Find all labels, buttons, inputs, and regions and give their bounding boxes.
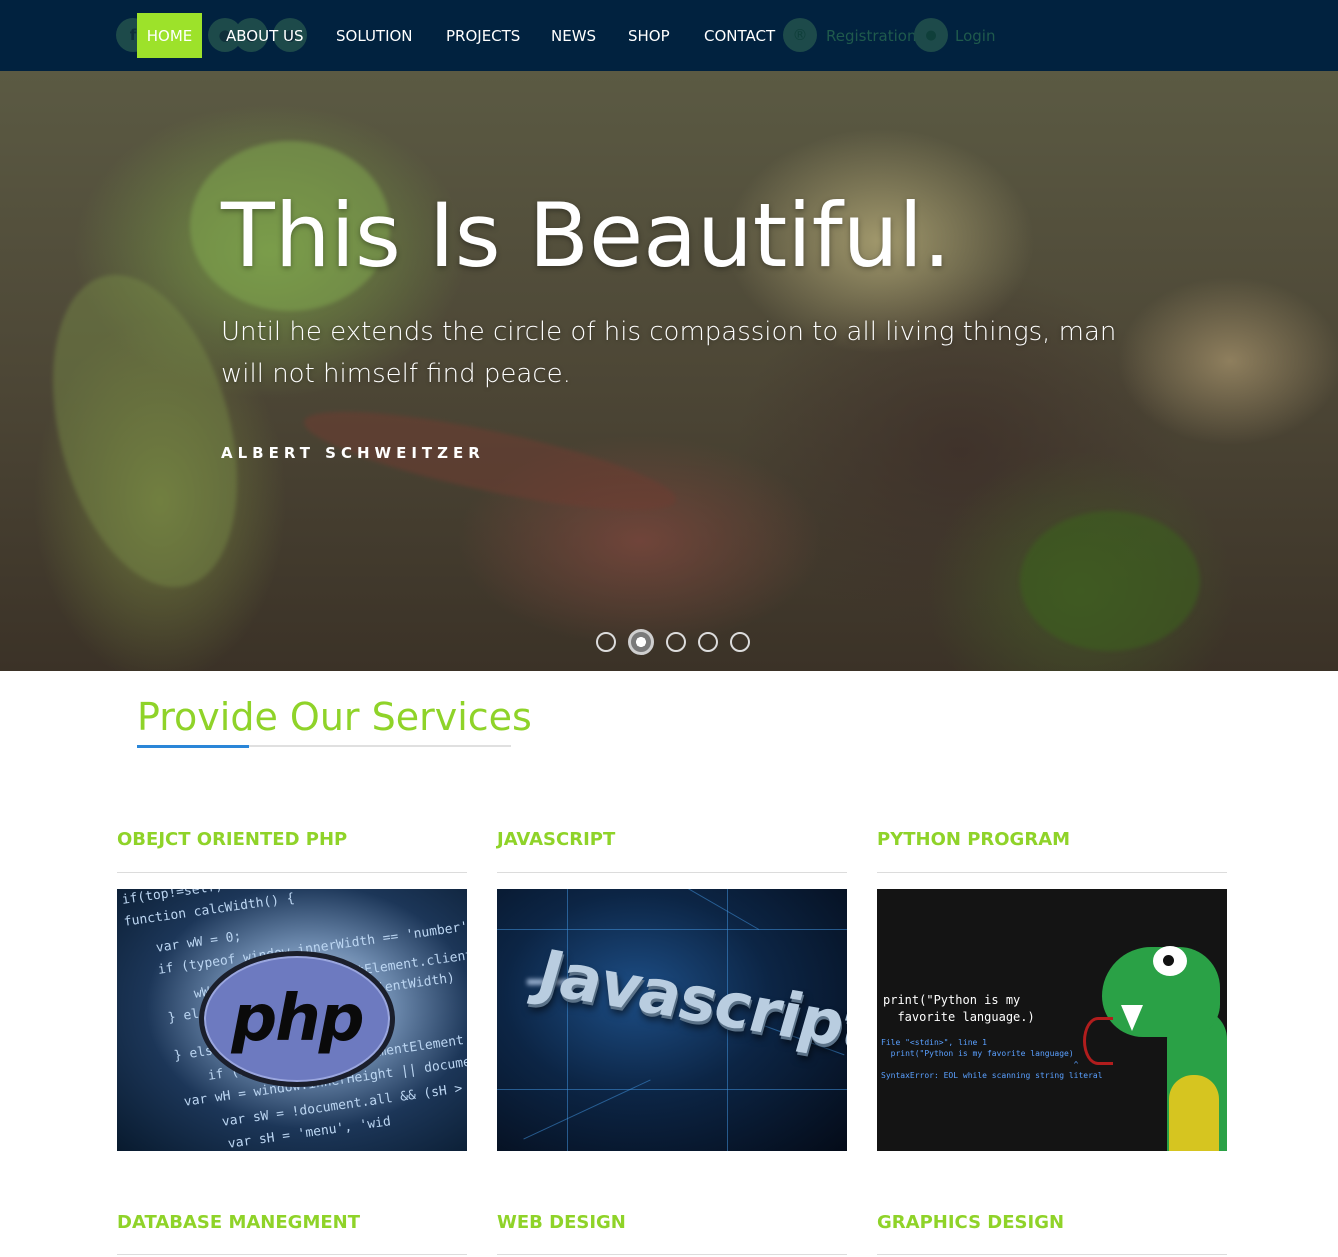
service-card-title[interactable]: DATABASE MANEGMENT <box>117 1211 360 1235</box>
hero-author: ALBERT SCHWEITZER <box>221 444 485 462</box>
services-heading-accent <box>137 745 249 748</box>
php-logo: php <box>199 951 395 1087</box>
login-glyph: ● <box>925 27 937 43</box>
service-card-title[interactable]: GRAPHICS DESIGN <box>877 1211 1064 1235</box>
snake-puppet-eye <box>1153 946 1187 976</box>
service-card-rule <box>117 1254 467 1255</box>
hero-title: This Is Beautiful. <box>221 184 951 287</box>
slider-dot-active[interactable] <box>628 629 654 655</box>
circuit-line <box>497 929 847 930</box>
python-code-text: print("Python is my favorite language.) <box>883 992 1035 1026</box>
service-card-rule <box>497 1254 847 1255</box>
snake-puppet-belly <box>1169 1075 1219 1151</box>
nav-contact-link[interactable]: CONTACT <box>704 26 775 46</box>
python-syntax-error: SyntaxError: EOL while scanning string l… <box>881 1071 1103 1080</box>
top-navbar: f ● ● ● ● HOME ABOUT US SOLUTION PROJECT… <box>0 0 1338 71</box>
service-card-title[interactable]: WEB DESIGN <box>497 1211 626 1235</box>
service-card-rule <box>877 1254 1227 1255</box>
hero-bud-shape <box>1020 511 1200 651</box>
circuit-line <box>567 889 568 1151</box>
login-user-icon[interactable]: ● <box>914 18 948 52</box>
slider-dot[interactable] <box>730 632 750 652</box>
slider-dot[interactable] <box>596 632 616 652</box>
service-card-title[interactable]: OBEJCT ORIENTED PHP <box>117 828 347 852</box>
php-image[interactable]: if(top!=self) function calcWidth() { var… <box>117 889 467 1151</box>
php-logo-text: php <box>231 982 364 1056</box>
nav-registration-link[interactable]: Registration <box>826 26 916 46</box>
service-card-rule <box>117 872 467 873</box>
javascript-image[interactable]: Javascript <box>497 889 847 1151</box>
service-card-title[interactable]: PYTHON PROGRAM <box>877 828 1070 852</box>
javascript-logo-text: Javascript <box>529 935 847 1066</box>
services-heading: Provide Our Services <box>137 695 532 739</box>
python-print-line: favorite language.) <box>883 1010 1035 1024</box>
snake-puppet-tooth <box>1121 1005 1143 1031</box>
python-image[interactable]: print("Python is my favorite language.) … <box>877 889 1227 1151</box>
facebook-glyph: f <box>129 26 137 44</box>
nav-home-link[interactable]: HOME <box>137 13 202 58</box>
registered-glyph: ® <box>792 26 808 44</box>
circuit-line <box>654 889 760 930</box>
python-error-line: print("Python is my favorite language) <box>881 1049 1074 1058</box>
snake-puppet-tongue <box>1083 1017 1113 1065</box>
python-error-line: ^ <box>881 1060 1079 1069</box>
nav-solution-link[interactable]: SOLUTION <box>336 26 413 46</box>
circuit-line <box>497 1089 847 1090</box>
service-card-rule <box>877 872 1227 873</box>
slider-dot[interactable] <box>698 632 718 652</box>
nav-news-link[interactable]: NEWS <box>551 26 596 46</box>
service-card-title[interactable]: JAVASCRIPT <box>497 828 615 852</box>
hero-quote: Until he extends the circle of his compa… <box>221 317 1117 389</box>
nav-projects-link[interactable]: PROJECTS <box>446 26 520 46</box>
hero-slider: This Is Beautiful. Until he extends the … <box>0 71 1338 671</box>
python-error-line: File "<stdin>", line 1 <box>881 1038 987 1047</box>
nav-about-link[interactable]: ABOUT US <box>226 26 304 46</box>
nav-shop-link[interactable]: SHOP <box>628 26 670 46</box>
python-error-text: File "<stdin>", line 1 print("Python is … <box>881 1037 1078 1070</box>
hero-leaf-shape <box>21 254 269 608</box>
nav-login-link[interactable]: Login <box>955 26 995 46</box>
slider-dot[interactable] <box>666 632 686 652</box>
registered-icon[interactable]: ® <box>783 18 817 52</box>
service-card-rule <box>497 872 847 873</box>
python-print-line: print("Python is my <box>883 993 1021 1007</box>
slider-dots <box>596 629 750 655</box>
